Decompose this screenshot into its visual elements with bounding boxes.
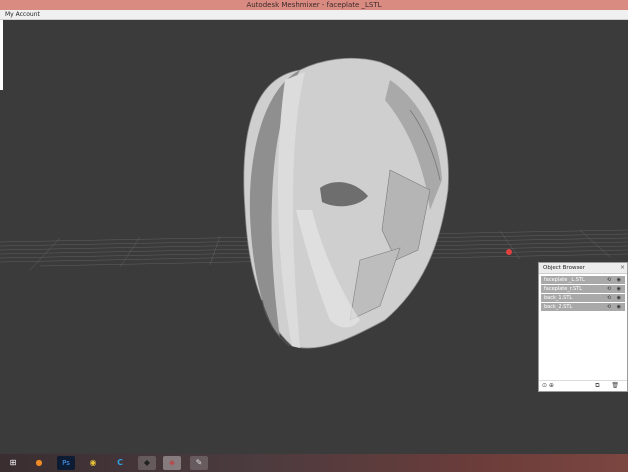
left-panel-edge[interactable] xyxy=(0,20,3,90)
visibility-icon[interactable]: ⟲ ◉ xyxy=(607,294,623,302)
helmet-mesh[interactable] xyxy=(243,57,449,349)
object-browser-title-text: Object Browser xyxy=(543,265,585,271)
photoshop-icon[interactable]: Ps xyxy=(57,456,75,470)
object-browser-footer: ⊙ ⊕ ⧉ 🗑 xyxy=(539,380,627,391)
app-icon-3[interactable]: ✎ xyxy=(190,456,208,470)
firefox-icon[interactable]: ● xyxy=(30,456,48,470)
object-name: back_1.STL xyxy=(544,295,573,301)
close-icon[interactable]: × xyxy=(620,263,625,273)
scene-canvas[interactable] xyxy=(0,20,628,454)
visibility-icon[interactable]: ⟲ ◉ xyxy=(607,285,623,293)
object-list: faceplate _L.STL ⟲ ◉ faceplate_r.STL ⟲ ◉… xyxy=(539,274,627,311)
object-row[interactable]: faceplate_r.STL ⟲ ◉ xyxy=(541,285,625,293)
object-row[interactable]: back_2.STL ⟲ ◉ xyxy=(541,303,625,311)
object-browser-title: Object Browser × xyxy=(539,263,627,274)
visibility-icon[interactable]: ⟲ ◉ xyxy=(607,276,623,284)
object-browser-panel[interactable]: Object Browser × faceplate _L.STL ⟲ ◉ fa… xyxy=(538,262,628,392)
meshmixer-icon[interactable]: ◈ xyxy=(163,456,181,470)
cura-icon[interactable]: C xyxy=(111,456,129,470)
duplicate-delete-icons[interactable]: ⧉ 🗑 xyxy=(595,381,624,391)
pivot-marker[interactable] xyxy=(506,249,512,255)
3d-viewport[interactable] xyxy=(0,20,628,454)
add-object-icon[interactable]: ⊙ ⊕ xyxy=(542,381,554,391)
object-name: back_2.STL xyxy=(544,304,573,310)
menu-bar: My Account xyxy=(0,10,628,20)
object-row[interactable]: faceplate _L.STL ⟲ ◉ xyxy=(541,276,625,284)
windows-start-icon[interactable]: ⊞ xyxy=(4,456,22,470)
chrome-icon[interactable]: ◉ xyxy=(84,456,102,470)
object-row[interactable]: back_1.STL ⟲ ◉ xyxy=(541,294,625,302)
visibility-icon[interactable]: ⟲ ◉ xyxy=(607,303,623,311)
my-account-menu[interactable]: My Account xyxy=(0,11,40,18)
app-icon-1[interactable]: ◆ xyxy=(138,456,156,470)
object-name: faceplate_r.STL xyxy=(544,286,583,292)
window-title: Autodesk Meshmixer - faceplate _LSTL xyxy=(0,0,628,10)
taskbar: ⊞ ● Ps ◉ C ◆ ◈ ✎ xyxy=(0,454,628,472)
object-name: faceplate _L.STL xyxy=(544,277,585,283)
